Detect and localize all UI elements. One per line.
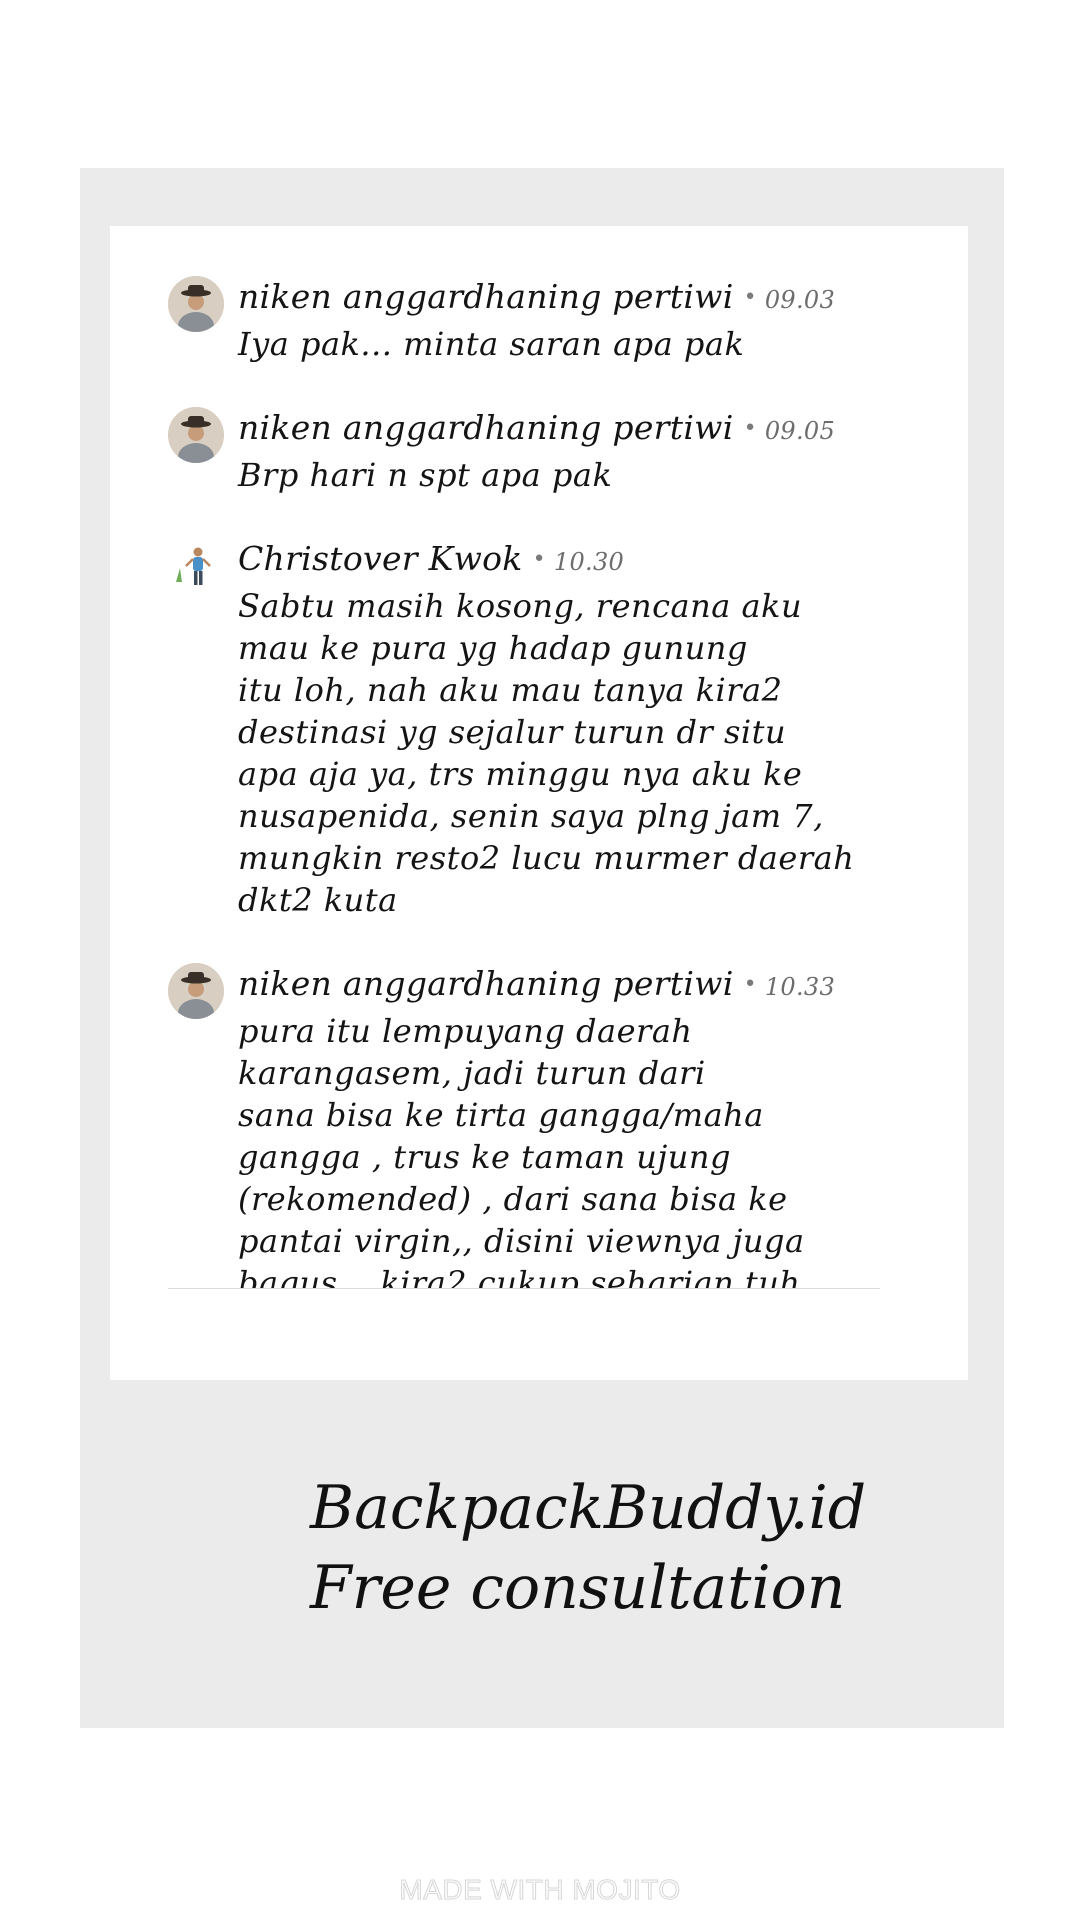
woman-with-hat-avatar-icon: [168, 407, 224, 463]
woman-with-hat-avatar-icon: [168, 276, 224, 332]
message-time: 09.03: [764, 286, 836, 314]
author-name: Christover Kwok: [238, 539, 523, 578]
message-time: 10.30: [553, 548, 625, 576]
message-text: Iya pak... minta saran apa pak: [238, 325, 745, 363]
message-time: 09.05: [764, 417, 836, 445]
chat-message: niken anggardhaning pertiwi • 09.05 Brp ha…: [168, 405, 880, 496]
brand-tagline: Free consultation: [310, 1553, 846, 1623]
woman-with-hat-avatar-icon: [168, 963, 224, 1019]
message-text: Brp hari n spt apa pak: [238, 456, 613, 494]
man-standing-avatar-icon: [168, 538, 224, 594]
brand-caption: BackpackBuddy.id Free consultation: [310, 1468, 866, 1628]
author-name: niken anggardhaning pertiwi: [238, 408, 734, 447]
message-header: niken anggardhaning pertiwi • 09.03: [238, 274, 880, 323]
message-header: niken anggardhaning pertiwi • 10.33: [238, 961, 880, 1010]
brand-name: BackpackBuddy.id: [310, 1473, 867, 1543]
chat-message: Christover Kwok • 10.30 Sabtu masih kosong…: [168, 536, 880, 921]
separator-dot: •: [743, 972, 757, 997]
chat-message: niken anggardhaning pertiwi • 09.03 Iya pa…: [168, 256, 880, 365]
separator-dot: •: [743, 285, 757, 310]
chat-message: niken anggardhaning pertiwi • 10.33 pura i…: [168, 961, 880, 1289]
made-with-watermark: MADE WITH MOJITO: [399, 1874, 681, 1906]
chat-screenshot-card: niken anggardhaning pertiwi • 09.03 Iya pa…: [110, 226, 968, 1380]
message-time: 10.33: [764, 973, 836, 1001]
message-header: Christover Kwok • 10.30: [238, 536, 880, 585]
story-frame: niken anggardhaning pertiwi • 09.03 Iya pa…: [80, 168, 1004, 1728]
chat-thread[interactable]: niken anggardhaning pertiwi • 09.03 Iya pa…: [168, 256, 880, 1289]
author-name: niken anggardhaning pertiwi: [238, 964, 734, 1003]
message-header: niken anggardhaning pertiwi • 09.05: [238, 405, 880, 454]
message-text: pura itu lempuyang daerah karangasem, ja…: [238, 1012, 805, 1289]
message-text: Sabtu masih kosong, rencana aku mau ke p…: [238, 587, 855, 919]
separator-dot: •: [532, 547, 546, 572]
separator-dot: •: [743, 416, 757, 441]
author-name: niken anggardhaning pertiwi: [238, 277, 734, 316]
